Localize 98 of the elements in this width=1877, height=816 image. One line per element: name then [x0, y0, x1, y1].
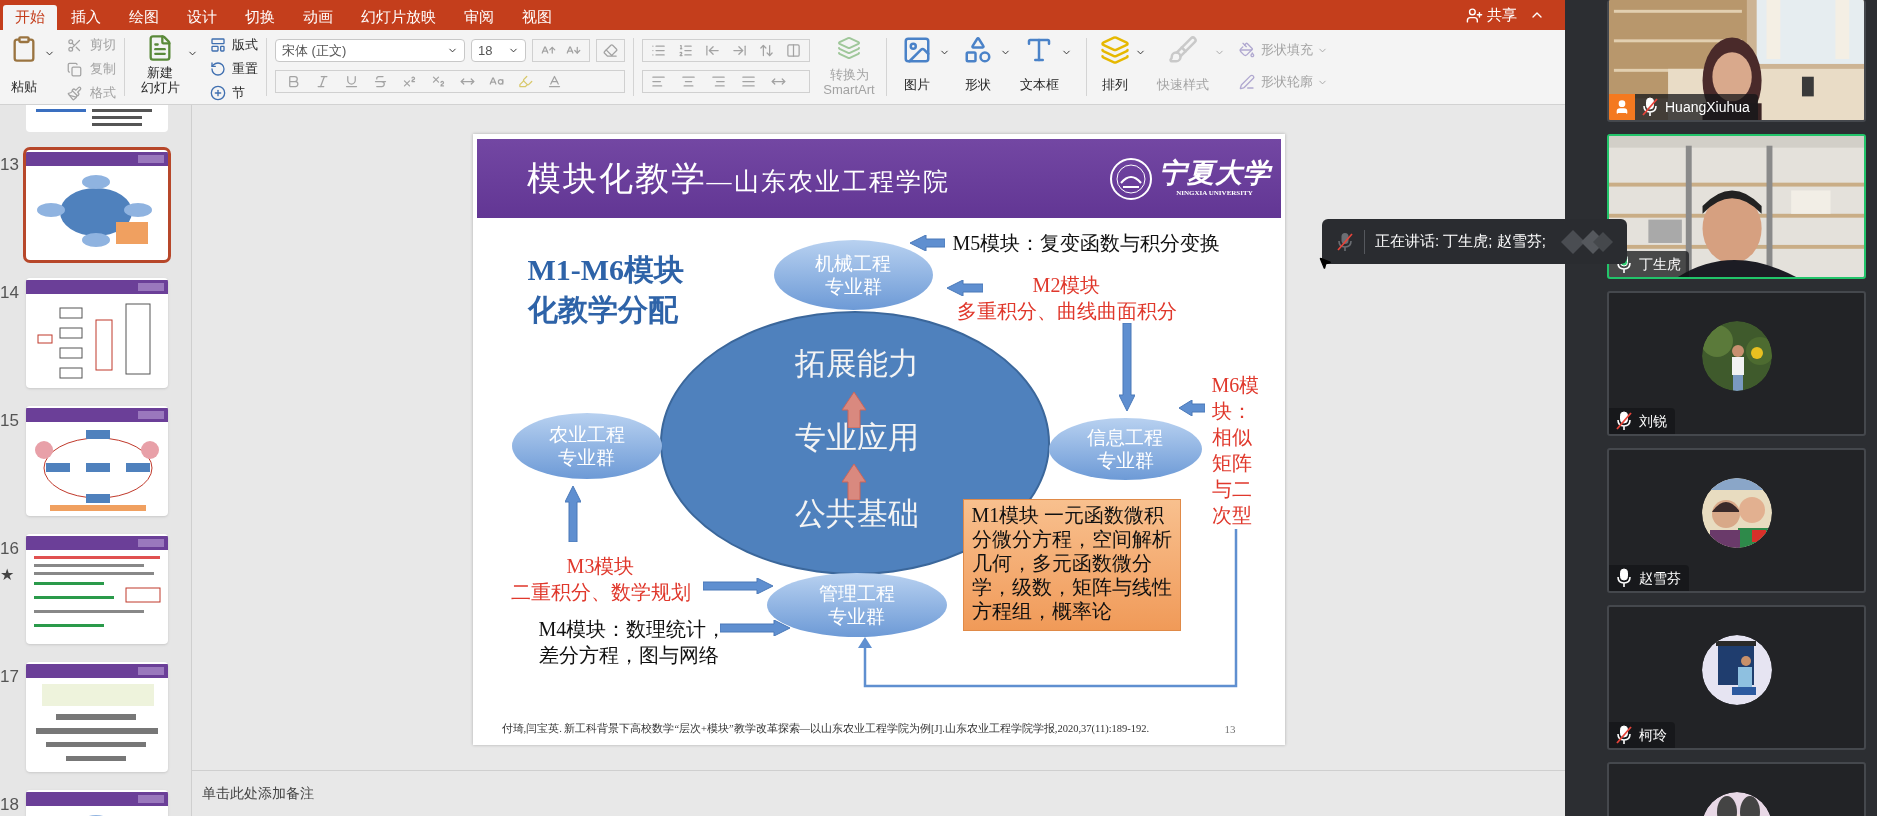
ribbon-tab[interactable]: 开始 — [3, 5, 57, 30]
textbox-button[interactable]: 文本框 — [1017, 35, 1061, 95]
participant-name: 赵雪芬 — [1639, 568, 1681, 588]
speaking-text: 正在讲话: 丁生虎; 赵雪芬; — [1375, 231, 1546, 252]
specialty-group-node: 农业工程 专业群 — [511, 413, 662, 479]
core-label: 专业应用 — [794, 422, 919, 453]
new-slide-button[interactable]: 新建 幻灯片 — [133, 34, 187, 95]
slide-thumbnail[interactable] — [26, 406, 168, 516]
ribbon-tab[interactable]: 幻灯片放映 — [347, 5, 450, 30]
arrange-icon — [1100, 35, 1130, 65]
module-box: M1模块 一元函数微积分微分方程，空间解析几何，多元函数微分学，级数，矩阵与线性方程组，概率论 — [962, 499, 1181, 631]
participant-tile[interactable]: 赵雪芬 — [1607, 448, 1866, 593]
ribbon-tab[interactable]: 设计 — [173, 5, 231, 30]
participant-name: 刘锐 — [1639, 411, 1667, 431]
core-label: 公共基础 — [794, 498, 919, 529]
participant-tile[interactable]: 刘锐 — [1607, 291, 1866, 436]
ribbon-tab[interactable]: 审阅 — [450, 5, 508, 30]
slide-number: 15 — [0, 412, 19, 429]
arrow — [1178, 400, 1205, 416]
module-text: M6模块：相似矩阵与二次型 — [1211, 373, 1261, 528]
notes-prompt[interactable]: 单击此处添加备注 — [202, 783, 314, 804]
slide-title: 模块化教学—山东农业工程学院 — [526, 159, 950, 199]
pen-icon — [1239, 74, 1255, 90]
arrow — [564, 486, 581, 542]
paintbrush-icon — [67, 85, 82, 101]
microphone-muted-icon[interactable] — [1615, 725, 1633, 745]
module-text: M2模块 — [1032, 273, 1101, 298]
scissors-icon — [67, 37, 82, 53]
slide-number: 18 — [0, 796, 19, 813]
slide-thumbnail[interactable] — [26, 150, 168, 260]
participant-name: 柯玲 — [1639, 725, 1667, 745]
brush-icon — [1168, 35, 1198, 65]
person-icon — [1614, 99, 1630, 115]
arrow — [946, 280, 983, 296]
cursor-icon — [1318, 256, 1332, 270]
citation: 付琦,闫宝英. 新工科背景下高校数学“层次+模块”教学改革探索—以山东农业工程学院为例[J].山东农业工程学院学报,2020,37(11):189-192. — [501, 724, 1150, 735]
layout-icon — [210, 37, 226, 53]
plus-icon — [210, 85, 226, 101]
ribbon-tab[interactable]: 动画 — [289, 5, 347, 30]
slide-number: 17 — [0, 668, 19, 685]
university-emblem-icon — [1108, 156, 1153, 201]
microphone-muted-icon[interactable] — [1641, 97, 1659, 117]
picture-button[interactable]: 图片 — [895, 35, 939, 95]
arrow — [719, 620, 790, 636]
slide-heading: M1-M6模块 — [527, 252, 685, 288]
video-tile[interactable]: HuangXiuhua — [1607, 0, 1866, 122]
image-icon — [902, 35, 932, 65]
paste-button[interactable]: 粘贴 — [4, 34, 44, 97]
layout-button[interactable]: 版式 — [210, 34, 258, 56]
slide-thumbnail[interactable] — [26, 534, 168, 644]
slide-number: 13 — [0, 156, 19, 173]
shapes-icon — [963, 35, 993, 65]
font-field[interactable]: 宋体 (正文) — [275, 39, 465, 62]
ribbon-tab[interactable]: 绘图 — [115, 5, 173, 30]
university-name: 宁夏大学 — [1158, 160, 1271, 187]
star-mark: ★ — [0, 567, 14, 583]
module-text: M4模块：数理统计， — [538, 617, 727, 642]
add-person-icon — [1466, 6, 1483, 24]
share-button[interactable]: 共享 — [1466, 3, 1517, 27]
arrow — [909, 235, 945, 251]
specialty-group-node: 管理工程 专业群 — [766, 573, 947, 637]
slide-number: 16 — [0, 540, 19, 557]
slide-heading: 化教学分配 — [527, 292, 679, 328]
copy-icon — [67, 61, 82, 77]
ribbon-tab[interactable]: 切换 — [231, 5, 289, 30]
module-text: M5模块：复变函数与积分变换 — [952, 231, 1221, 256]
reset-button[interactable]: 重置 — [210, 58, 258, 80]
page-number: 13 — [1224, 724, 1236, 735]
ribbon-tab[interactable]: 视图 — [508, 5, 566, 30]
section-button[interactable]: 节 — [210, 82, 258, 104]
module-text: 二重积分、数学规划 — [510, 580, 691, 605]
microphone-icon[interactable] — [1615, 568, 1633, 588]
core-label: 拓展能力 — [794, 348, 919, 379]
shape-button[interactable]: 形状 — [956, 35, 1000, 95]
diamond-icon — [1559, 227, 1615, 256]
participant-tile[interactable]: 柯玲 — [1607, 605, 1866, 750]
slide-thumbnail[interactable] — [26, 278, 168, 388]
slide-number: 14 — [0, 284, 19, 301]
module-text: M3模块 — [566, 554, 635, 579]
arrow — [702, 578, 773, 594]
video-tile[interactable]: 丁生虎 — [1607, 134, 1866, 279]
reset-icon — [210, 61, 226, 77]
participant-name: 丁生虎 — [1639, 254, 1681, 274]
specialty-group-node: 信息工程 专业群 — [1048, 418, 1202, 480]
ribbon-tab[interactable]: 插入 — [57, 5, 115, 30]
arrange-button[interactable]: 排列 — [1095, 35, 1135, 95]
paint-bucket-icon — [1239, 42, 1255, 58]
microphone-muted-icon[interactable] — [1615, 411, 1633, 431]
module-text: 多重积分、曲线曲面积分 — [956, 299, 1177, 324]
module-text: 差分方程，图与网络 — [538, 643, 719, 668]
microphone-muted-icon — [1336, 231, 1354, 252]
slide-thumbnail[interactable] — [26, 662, 168, 772]
specialty-group-node: 机械工程 专业群 — [773, 240, 933, 310]
font-size-field[interactable]: 18 — [471, 39, 526, 62]
slide-thumbnail[interactable] — [26, 105, 168, 132]
arrow — [841, 464, 866, 500]
smartart-icon — [837, 36, 861, 60]
participant-name: HuangXiuhua — [1665, 97, 1750, 117]
